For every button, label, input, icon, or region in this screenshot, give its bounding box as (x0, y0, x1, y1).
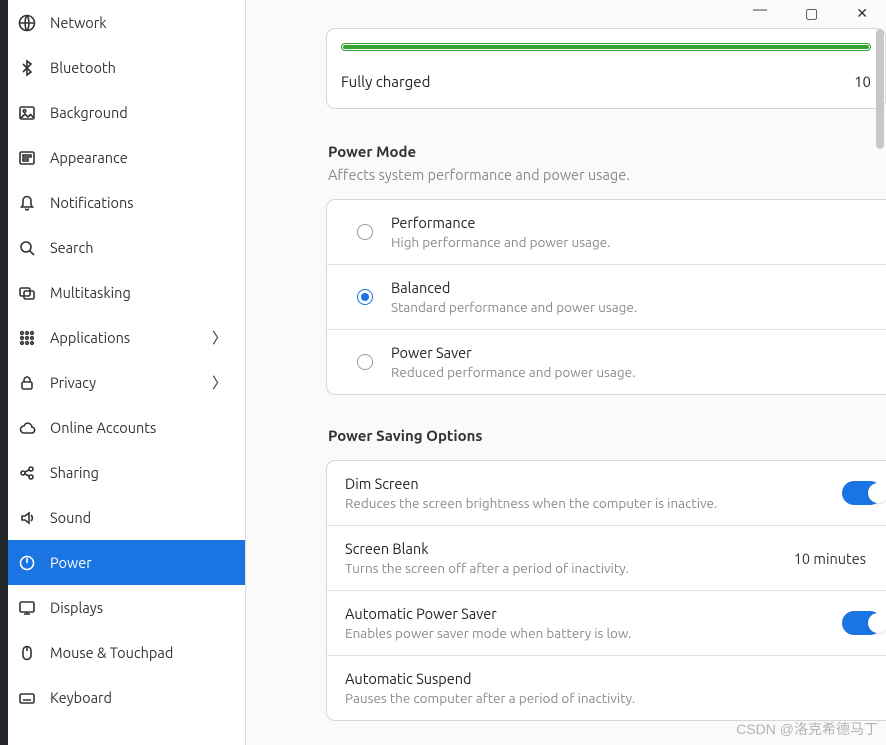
power-mode-list: Performance High performance and power us… (326, 199, 886, 395)
sidebar-item-multitasking[interactable]: Multitasking (0, 270, 245, 315)
setting-subtitle: Enables power saver mode when battery is… (345, 625, 824, 641)
battery-card: Fully charged 10 (326, 28, 886, 109)
sidebar-item-sharing[interactable]: Sharing (0, 450, 245, 495)
sidebar-item-bluetooth[interactable]: Bluetooth (0, 45, 245, 90)
activity-strip (0, 0, 8, 745)
sidebar-item-displays[interactable]: Displays (0, 585, 245, 630)
sidebar-item-label: Online Accounts (50, 419, 227, 436)
display-icon (18, 599, 36, 617)
battery-bar (341, 43, 871, 51)
power-mode-option[interactable]: Balanced Standard performance and power u… (327, 265, 886, 330)
power-icon (18, 554, 36, 572)
setting-row[interactable]: Screen Blank Turns the screen off after a… (327, 526, 886, 591)
sidebar-item-appearance[interactable]: Appearance (0, 135, 245, 180)
battery-status-label: Fully charged (341, 73, 430, 90)
setting-row[interactable]: Automatic Suspend Pauses the computer aft… (327, 656, 886, 720)
power-saving-list: Dim Screen Reduces the screen brightness … (326, 460, 886, 721)
sidebar-item-label: Network (50, 14, 227, 31)
sidebar-item-label: Applications (50, 329, 198, 346)
sidebar-item-online-accounts[interactable]: Online Accounts (0, 405, 245, 450)
window-minimize-button[interactable]: — (753, 1, 767, 17)
setting-value: 10 minutes (794, 550, 872, 567)
sound-icon (18, 509, 36, 527)
setting-row[interactable]: Dim Screen Reduces the screen brightness … (327, 461, 886, 526)
sidebar-item-power[interactable]: Power (0, 540, 245, 585)
picture-icon (18, 104, 36, 122)
mouse-icon (18, 644, 36, 662)
sidebar-item-label: Displays (50, 599, 227, 616)
option-subtitle: Standard performance and power usage. (391, 299, 872, 315)
lock-icon (18, 374, 36, 392)
sidebar-item-label: Multitasking (50, 284, 227, 301)
power-mode-subtitle: Affects system performance and power usa… (326, 166, 886, 183)
battery-percent-label: 10 (854, 73, 871, 90)
setting-title: Automatic Suspend (345, 670, 872, 687)
power-mode-title: Power Mode (326, 143, 886, 160)
bluetooth-icon (18, 59, 36, 77)
watermark: CSDN @洛克希德马丁 (736, 719, 878, 739)
window-close-button[interactable]: ✕ (856, 5, 868, 22)
settings-sidebar: Network Bluetooth Background Appearance Noti… (0, 0, 246, 745)
setting-subtitle: Turns the screen off after a period of i… (345, 560, 776, 576)
search-icon (18, 239, 36, 257)
sidebar-item-notifications[interactable]: Notifications (0, 180, 245, 225)
power-mode-option[interactable]: Power Saver Reduced performance and power… (327, 330, 886, 394)
apps-icon (18, 329, 36, 347)
sidebar-item-label: Background (50, 104, 227, 121)
chevron-right-icon: 〉 (212, 327, 227, 348)
sidebar-item-label: Appearance (50, 149, 227, 166)
sidebar-item-search[interactable]: Search (0, 225, 245, 270)
option-subtitle: Reduced performance and power usage. (391, 364, 872, 380)
setting-subtitle: Pauses the computer after a period of in… (345, 690, 872, 706)
sidebar-item-sound[interactable]: Sound (0, 495, 245, 540)
setting-subtitle: Reduces the screen brightness when the c… (345, 495, 824, 511)
sidebar-item-label: Mouse & Touchpad (50, 644, 227, 661)
battery-bar-fill (343, 45, 869, 49)
sidebar-item-label: Search (50, 239, 227, 256)
sidebar-item-label: Bluetooth (50, 59, 227, 76)
setting-row[interactable]: Automatic Power Saver Enables power saver… (327, 591, 886, 656)
share-icon (18, 464, 36, 482)
sidebar-item-label: Privacy (50, 374, 198, 391)
sidebar-item-applications[interactable]: Applications 〉 (0, 315, 245, 360)
globe-icon (18, 14, 36, 32)
sidebar-item-label: Sharing (50, 464, 227, 481)
option-title: Power Saver (391, 344, 872, 361)
sidebar-item-background[interactable]: Background (0, 90, 245, 135)
setting-title: Dim Screen (345, 475, 824, 492)
sidebar-item-label: Keyboard (50, 689, 227, 706)
sidebar-item-label: Notifications (50, 194, 227, 211)
keyboard-icon (18, 689, 36, 707)
setting-title: Screen Blank (345, 540, 776, 557)
cloud-icon (18, 419, 36, 437)
multitask-icon (18, 284, 36, 302)
toggle-switch[interactable] (842, 611, 882, 635)
window-maximize-button[interactable]: ▢ (805, 5, 818, 22)
settings-main: Fully charged 10 Power Mode Affects syst… (246, 0, 886, 745)
window-controls: — ▢ ✕ (735, 0, 886, 26)
bell-icon (18, 194, 36, 212)
option-title: Balanced (391, 279, 872, 296)
sidebar-item-mouse-touchpad[interactable]: Mouse & Touchpad (0, 630, 245, 675)
sidebar-item-label: Sound (50, 509, 227, 526)
setting-title: Automatic Power Saver (345, 605, 824, 622)
sidebar-item-privacy[interactable]: Privacy 〉 (0, 360, 245, 405)
option-subtitle: High performance and power usage. (391, 234, 872, 250)
settings-window: — ▢ ✕ Network Bluetooth Background Appearan… (0, 0, 886, 745)
power-saving-title: Power Saving Options (326, 427, 886, 444)
scrollbar[interactable] (876, 29, 884, 149)
sidebar-item-keyboard[interactable]: Keyboard (0, 675, 245, 720)
power-mode-option[interactable]: Performance High performance and power us… (327, 200, 886, 265)
option-title: Performance (391, 214, 872, 231)
radio-button[interactable] (357, 224, 373, 240)
sidebar-item-network[interactable]: Network (0, 0, 245, 45)
sidebar-item-label: Power (50, 554, 227, 571)
toggle-switch[interactable] (842, 481, 882, 505)
radio-button[interactable] (357, 289, 373, 305)
radio-button[interactable] (357, 354, 373, 370)
appearance-icon (18, 149, 36, 167)
chevron-right-icon: 〉 (212, 372, 227, 393)
